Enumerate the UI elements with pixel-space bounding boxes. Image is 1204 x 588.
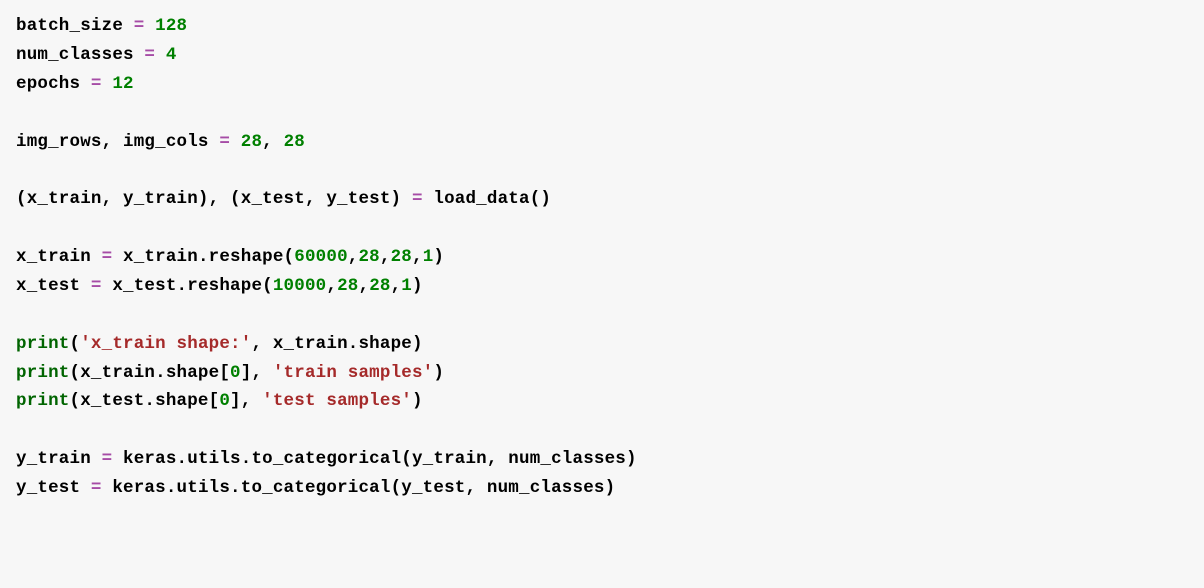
code-line: x_train = x_train.reshape(60000,28,28,1) xyxy=(16,247,444,267)
code-line: print(x_train.shape[0], 'train samples') xyxy=(16,363,444,383)
code-line: batch_size = 128 xyxy=(16,16,187,36)
code-line: y_test = keras.utils.to_categorical(y_te… xyxy=(16,478,615,498)
code-line: (x_train, y_train), (x_test, y_test) = l… xyxy=(16,189,551,209)
code-block: batch_size = 128 num_classes = 4 epochs … xyxy=(16,12,1188,503)
code-line: img_rows, img_cols = 28, 28 xyxy=(16,132,305,152)
code-line: y_train = keras.utils.to_categorical(y_t… xyxy=(16,449,637,469)
code-line: num_classes = 4 xyxy=(16,45,177,65)
code-line: print('x_train shape:', x_train.shape) xyxy=(16,334,423,354)
code-line: print(x_test.shape[0], 'test samples') xyxy=(16,391,423,411)
code-line: epochs = 12 xyxy=(16,74,134,94)
code-line: x_test = x_test.reshape(10000,28,28,1) xyxy=(16,276,423,296)
